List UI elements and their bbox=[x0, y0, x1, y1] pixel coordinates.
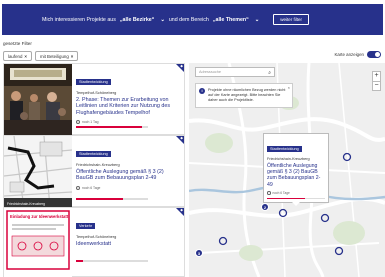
speech-bubble-icon: ◆ bbox=[180, 208, 183, 212]
popup-category-tag: Stadtentwicklung bbox=[267, 146, 302, 152]
close-icon[interactable]: × bbox=[288, 85, 290, 90]
map-toggle[interactable]: Karte anzeigen bbox=[334, 51, 381, 58]
project-thumbnail-flyer: Einladung zur Ideenwerkstatt bbox=[4, 208, 72, 277]
selected-filters-label: gesetzte Filter bbox=[3, 41, 32, 46]
popup-meta: noch 6 Tage bbox=[267, 191, 325, 195]
project-list: Stadtentwicklung Tempelhof-Schöneberg 2.… bbox=[3, 63, 185, 277]
speech-bubble-icon: ◆ bbox=[180, 136, 183, 140]
card-body: Stadtentwicklung Tempelhof-Schöneberg 2.… bbox=[76, 70, 180, 125]
district-chevron-down-icon[interactable]: ⌄ bbox=[160, 17, 164, 23]
theme-chevron-down-icon[interactable]: ⌄ bbox=[255, 17, 259, 23]
category-tag: Verkehr bbox=[76, 223, 96, 229]
map-toggle-label: Karte anzeigen bbox=[334, 52, 364, 57]
speech-bubble-icon: ◆ bbox=[180, 64, 183, 68]
more-filter-button[interactable]: weiter filter bbox=[273, 14, 309, 25]
map-cluster[interactable]: 2 bbox=[261, 203, 269, 211]
progress-bar bbox=[76, 260, 148, 262]
flyer-title: Einladung zur Ideenwerkstatt bbox=[10, 214, 69, 219]
map-toggle-switch[interactable] bbox=[367, 51, 381, 58]
clock-icon bbox=[76, 185, 80, 190]
page: Mich interessieren Projekte aus „alle Be… bbox=[0, 0, 385, 277]
popup-remaining: noch 6 Tage bbox=[272, 190, 290, 195]
site-plan-image bbox=[4, 136, 72, 208]
filter-middle: und dem Bereich bbox=[168, 16, 209, 23]
project-thumbnail-map: Friedrichshain-Kreuzberg bbox=[4, 136, 72, 208]
popup-progress-bar bbox=[267, 197, 325, 200]
progress-bar bbox=[76, 198, 148, 200]
card-title[interactable]: 2. Phase: Themen zur Erarbeitung von Lei… bbox=[76, 97, 180, 116]
progress-bar bbox=[76, 126, 148, 128]
district-select[interactable]: „alle Bezirke“ bbox=[120, 17, 154, 23]
progress-fill bbox=[76, 198, 123, 200]
card-district: Tempelhof-Schöneberg bbox=[76, 234, 117, 239]
address-search-input[interactable]: Adresssuche ⌕ bbox=[195, 67, 275, 77]
category-tag: Stadtentwicklung bbox=[76, 79, 111, 85]
clock-icon bbox=[267, 191, 271, 195]
card-title[interactable]: Ideenwerkstatt bbox=[76, 241, 180, 247]
popup-title[interactable]: Öffentliche Auslegung gemäß § 3 (2) BauG… bbox=[267, 163, 325, 188]
project-map[interactable]: Adresssuche ⌕ i Projekte ohne räumlichen… bbox=[189, 63, 385, 277]
card-body: Stadtentwicklung Friedrichshain-Kreuzber… bbox=[76, 142, 180, 190]
project-card[interactable]: Stadtentwicklung Tempelhof-Schöneberg 2.… bbox=[3, 63, 185, 136]
card-meta: noch 6 Tage bbox=[76, 185, 180, 190]
filter-prefix: Mich interessieren Projekte aus bbox=[42, 16, 116, 23]
zoom-controls: + − bbox=[372, 71, 381, 91]
theme-select[interactable]: „alle Themen“ bbox=[213, 17, 249, 23]
search-icon[interactable]: ⌕ bbox=[268, 70, 271, 76]
close-icon[interactable]: × bbox=[24, 54, 27, 59]
map-popup[interactable]: Stadtentwicklung Friedrichshain-Kreuzber… bbox=[263, 133, 329, 207]
selected-filter-chips: laufend × mit Beteiligung × bbox=[3, 51, 79, 61]
zoom-out-button[interactable]: − bbox=[373, 81, 380, 90]
card-meta: noch 1 Tag bbox=[76, 120, 180, 125]
map-notice: i Projekte ohne räumlichen Bezug werden … bbox=[195, 83, 293, 108]
card-body: Verkehr Tempelhof-Schöneberg Ideenwerkst… bbox=[76, 214, 180, 247]
popup-pointer bbox=[292, 202, 300, 207]
progress-fill bbox=[76, 126, 143, 128]
popup-progress-fill bbox=[267, 197, 305, 200]
card-title[interactable]: Öffentliche Auslegung gemäß § 3 (2) BauG… bbox=[76, 169, 180, 182]
project-card[interactable]: Einladung zur Ideenwerkstatt Verkehr Tem… bbox=[3, 207, 185, 277]
zoom-in-button[interactable]: + bbox=[373, 72, 380, 81]
project-thumbnail-photo bbox=[4, 64, 72, 136]
filter-chip-beteiligung[interactable]: mit Beteiligung × bbox=[34, 51, 79, 61]
map-cluster[interactable]: 3 bbox=[195, 249, 203, 257]
card-remaining: noch 6 Tage bbox=[82, 185, 101, 190]
close-icon[interactable]: × bbox=[71, 54, 74, 59]
card-district: Tempelhof-Schöneberg bbox=[76, 90, 117, 95]
progress-fill bbox=[76, 260, 84, 262]
card-remaining: noch 1 Tag bbox=[82, 120, 99, 125]
filter-chip-laufend[interactable]: laufend × bbox=[3, 51, 32, 61]
info-icon: i bbox=[199, 88, 205, 94]
filter-bar: Mich interessieren Projekte aus „alle Be… bbox=[2, 4, 383, 35]
category-tag: Stadtentwicklung bbox=[76, 151, 111, 157]
event-photo bbox=[4, 64, 72, 136]
clock-icon bbox=[76, 120, 80, 125]
popup-district: Friedrichshain-Kreuzberg bbox=[267, 157, 310, 161]
project-card[interactable]: Friedrichshain-Kreuzberg Stadtentwicklun… bbox=[3, 135, 185, 208]
thumbnail-caption: Friedrichshain-Kreuzberg bbox=[7, 202, 46, 206]
card-district: Friedrichshain-Kreuzberg bbox=[76, 162, 120, 167]
